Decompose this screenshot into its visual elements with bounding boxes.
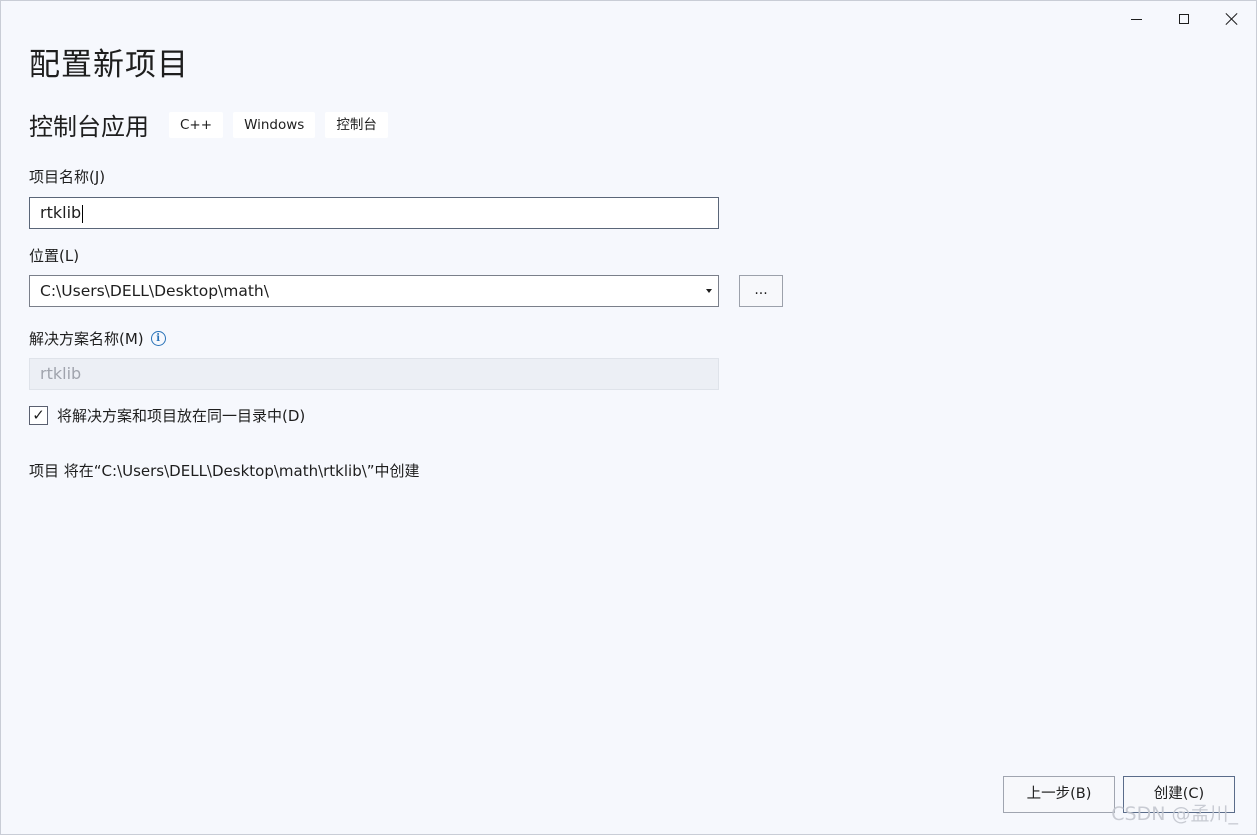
template-header: 控制台应用 C++ Windows 控制台	[29, 107, 398, 142]
location-value: C:\Users\DELL\Desktop\math\	[40, 282, 269, 300]
close-button[interactable]	[1208, 1, 1256, 37]
info-icon[interactable]: i	[150, 331, 166, 346]
project-name-label: 项目名称(J)	[29, 168, 106, 186]
maximize-button[interactable]	[1160, 1, 1208, 37]
page-title: 配置新项目	[29, 47, 189, 83]
dialog-window: 配置新项目 控制台应用 C++ Windows 控制台 项目名称(J) rtkl…	[0, 0, 1257, 835]
browse-button[interactable]: ...	[739, 275, 783, 307]
text-caret	[82, 204, 84, 223]
tag-project-type: 控制台	[325, 111, 388, 138]
solution-name-value: rtklib	[40, 364, 82, 383]
close-icon	[1226, 13, 1238, 25]
chevron-down-icon[interactable]	[706, 289, 712, 293]
same-directory-option[interactable]: ✓ 将解决方案和项目放在同一目录中(D)	[29, 405, 305, 426]
solution-name-label-row: 解决方案名称(M) i	[29, 328, 166, 349]
solution-name-label: 解决方案名称(M)	[29, 330, 144, 348]
solution-name-input: rtklib	[29, 358, 719, 390]
creation-path-summary: 项目 将在“C:\Users\DELL\Desktop\math\rtklib\…	[29, 462, 420, 480]
watermark: CSDN @孟川_	[1111, 803, 1238, 825]
checkmark-icon: ✓	[32, 406, 45, 424]
project-name-value: rtklib	[40, 203, 82, 222]
tag-language: C++	[169, 111, 224, 138]
same-directory-label[interactable]: 将解决方案和项目放在同一目录中(D)	[57, 405, 305, 426]
back-button[interactable]: 上一步(B)	[1003, 776, 1115, 813]
location-combobox[interactable]: C:\Users\DELL\Desktop\math\	[29, 275, 719, 307]
tag-platform: Windows	[233, 111, 316, 138]
minimize-button[interactable]	[1112, 1, 1160, 37]
template-name: 控制台应用	[29, 113, 149, 141]
maximize-icon	[1179, 14, 1189, 24]
same-directory-checkbox[interactable]: ✓	[29, 406, 48, 425]
minimize-icon	[1130, 18, 1142, 20]
window-controls	[1112, 1, 1256, 37]
location-label: 位置(L)	[29, 247, 80, 265]
project-name-input[interactable]: rtklib	[29, 197, 719, 229]
